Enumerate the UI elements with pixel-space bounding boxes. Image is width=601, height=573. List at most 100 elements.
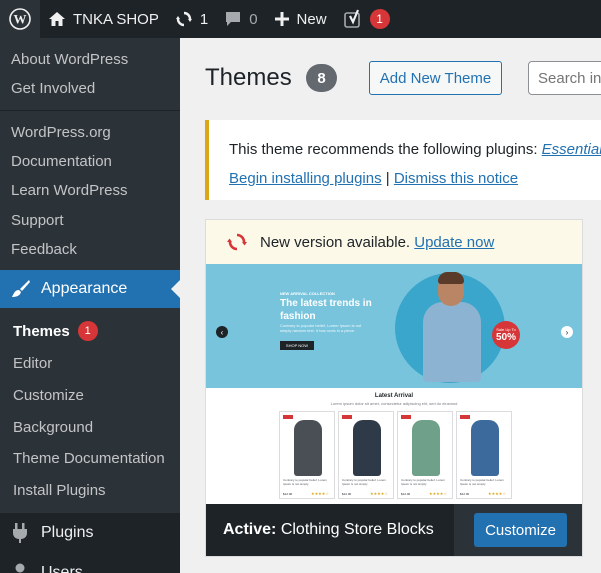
update-text: New version available. <box>260 233 415 251</box>
product-title: Contrary to popular belief, Lorem Ipsum … <box>401 478 445 486</box>
update-available-notice: New version available. Update now <box>206 220 582 264</box>
add-new-theme-button[interactable]: Add New Theme <box>369 61 502 95</box>
screenshot-arrivals-title: Latest Arrival <box>374 393 414 399</box>
wordpress-logo-menu[interactable]: W <box>0 0 40 38</box>
notice-text: This theme recommends the following plug… <box>229 141 542 158</box>
product-image <box>353 420 381 476</box>
yoast-seo-menu[interactable]: 1 <box>335 0 398 38</box>
plugin-recommendation-notice: This theme recommends the following plug… <box>205 120 601 200</box>
product-rating-stars: ★★★★☆ <box>488 491 506 496</box>
submenu-item-customize[interactable]: Customize <box>13 387 84 404</box>
screenshot-product-card: Contrary to popular belief, Lorem Ipsum … <box>338 411 394 499</box>
screenshot-product-card: Contrary to popular belief, Lorem Ipsum … <box>279 411 335 499</box>
appearance-submenu: Themes 1 Editor Customize Background The… <box>0 308 180 513</box>
update-icon <box>227 233 247 251</box>
notice-message: This theme recommends the following plug… <box>229 141 601 158</box>
home-icon <box>49 12 65 26</box>
svg-text:W: W <box>14 12 27 27</box>
product-sale-tag <box>283 415 293 419</box>
screenshot-hero-eyebrow: NEW ARRIVAL COLLECTION <box>280 291 335 296</box>
product-title: Contrary to popular belief, Lorem Ipsum … <box>283 478 327 486</box>
product-price: $12.00 <box>283 492 293 496</box>
screenshot-product-card: Contrary to popular belief, Lorem Ipsum … <box>397 411 453 499</box>
yoast-badge: 1 <box>369 9 390 29</box>
sidebar-item-support[interactable]: Support <box>11 212 64 229</box>
product-rating-stars: ★★★★☆ <box>311 491 329 496</box>
update-message: New version available. Update now <box>260 234 494 251</box>
screenshot-arrivals-subtitle: Lorem ipsum dolor sit amet, consectetur … <box>330 401 458 406</box>
product-image <box>412 420 440 476</box>
sidebar-item-feedback[interactable]: Feedback <box>11 241 77 258</box>
recommended-plugin-link[interactable]: Essential <box>542 141 601 158</box>
submenu-item-install-plugins[interactable]: Install Plugins <box>13 482 106 499</box>
active-theme-name: Active: Clothing Store Blocks <box>223 521 434 539</box>
sidebar-item-appearance[interactable]: Appearance <box>0 270 180 308</box>
update-now-link[interactable]: Update now <box>414 234 494 251</box>
screenshot-product-card: Contrary to popular belief, Lorem Ipsum … <box>456 411 512 499</box>
product-title: Contrary to popular belief, Lorem Ipsum … <box>342 478 386 486</box>
sale-badge-percent: 50% <box>495 332 516 343</box>
product-price: $12.00 <box>460 492 470 496</box>
comment-icon <box>226 12 241 26</box>
submenu-item-label: Themes <box>13 322 70 340</box>
theme-card-footer: Active: Clothing Store Blocks Customize <box>206 504 582 556</box>
screenshot-hero-title: The latest trends in fashion <box>280 298 372 322</box>
product-rating-stars: ★★★★☆ <box>370 491 388 496</box>
submenu-item-editor[interactable]: Editor <box>13 355 52 372</box>
search-themes-input[interactable] <box>528 61 601 95</box>
sidebar-item-label: Users <box>41 564 83 573</box>
page-title: Themes <box>205 64 292 91</box>
wordpress-links-submenu: WordPress.org Documentation Learn WordPr… <box>0 110 180 270</box>
product-sale-tag <box>342 415 352 419</box>
wordpress-submenu: About WordPress Get Involved <box>0 38 180 110</box>
sidebar-item-learn-wordpress[interactable]: Learn WordPress <box>11 182 127 199</box>
site-name-menu[interactable]: TNKA SHOP <box>40 0 167 38</box>
comments-menu[interactable]: 0 <box>216 0 265 38</box>
updates-count: 1 <box>199 10 209 28</box>
sidebar-item-label: Appearance <box>41 280 128 297</box>
customize-button[interactable]: Customize <box>474 513 567 547</box>
submenu-item-themes[interactable]: Themes 1 <box>13 321 98 341</box>
product-rating-stars: ★★★★☆ <box>429 491 447 496</box>
begin-installing-plugins-link[interactable]: Begin installing plugins <box>229 170 382 187</box>
active-label: Active: <box>223 521 277 538</box>
submenu-item-theme-documentation[interactable]: Theme Documentation <box>13 450 165 467</box>
yoast-icon <box>343 9 360 28</box>
themes-update-badge: 1 <box>77 321 98 341</box>
product-price: $12.00 <box>401 492 411 496</box>
product-sale-tag <box>460 415 470 419</box>
users-icon <box>15 563 25 573</box>
sidebar-item-documentation[interactable]: Documentation <box>11 153 112 170</box>
submenu-item-background[interactable]: Background <box>13 419 93 436</box>
notice-actions: Begin installing plugins | Dismiss this … <box>229 170 518 187</box>
chevron-right-icon: › <box>561 326 573 338</box>
theme-name: Clothing Store Blocks <box>280 521 434 538</box>
sidebar-item-plugins[interactable]: Plugins <box>9 522 93 544</box>
sidebar-item-label: Plugins <box>41 524 94 541</box>
screenshot-sale-badge: Sale Up To 50% <box>492 321 520 349</box>
product-price: $12.00 <box>342 492 352 496</box>
sidebar-item-about-wordpress[interactable]: About WordPress <box>11 51 128 68</box>
plugin-icon <box>13 523 27 543</box>
screenshot-hero-description: Contrary to popular belief, Lorem Ipsum … <box>280 323 362 333</box>
updates-menu[interactable]: 1 <box>167 0 216 38</box>
sidebar-item-get-involved[interactable]: Get Involved <box>11 80 95 97</box>
new-content-menu[interactable]: New <box>266 0 335 38</box>
new-label: New <box>296 10 327 28</box>
comments-count: 0 <box>249 10 258 28</box>
sidebar-item-users[interactable]: Users <box>9 562 83 573</box>
product-title: Contrary to popular belief, Lorem Ipsum … <box>460 478 504 486</box>
dismiss-notice-link[interactable]: Dismiss this notice <box>394 170 518 187</box>
plus-icon <box>274 12 289 26</box>
sidebar-item-wordpress-org[interactable]: WordPress.org <box>11 124 111 141</box>
notice-separator: | <box>381 170 394 187</box>
screenshot-model-hair <box>438 272 464 284</box>
theme-card[interactable]: New version available. Update now NEW AR… <box>205 219 583 557</box>
paintbrush-icon <box>12 280 30 297</box>
theme-screenshot[interactable]: NEW ARRIVAL COLLECTION The latest trends… <box>206 264 582 504</box>
product-image <box>471 420 499 476</box>
screenshot-hero-banner: NEW ARRIVAL COLLECTION The latest trends… <box>206 264 582 388</box>
chevron-left-icon: ‹ <box>216 326 228 338</box>
product-sale-tag <box>401 415 411 419</box>
site-name: TNKA SHOP <box>73 10 159 28</box>
